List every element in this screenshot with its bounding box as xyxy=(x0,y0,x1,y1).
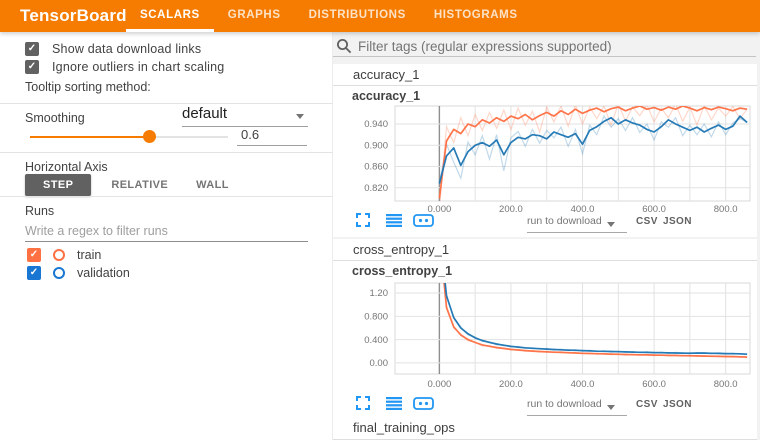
ignore-outliers-checkbox[interactable]: ✓ xyxy=(25,60,39,74)
log-scale-icon[interactable] xyxy=(386,396,402,415)
run-to-download-select[interactable]: run to download xyxy=(527,215,627,233)
train-color-swatch[interactable] xyxy=(53,249,65,261)
section-header-final-training-ops[interactable]: final_training_ops xyxy=(333,417,757,440)
run-to-download-label: run to download xyxy=(527,398,602,410)
horizontal-axis-label: Horizontal Axis xyxy=(25,160,108,174)
validation-label: validation xyxy=(77,266,130,280)
search-icon xyxy=(336,38,352,54)
fullscreen-icon[interactable] xyxy=(356,396,370,415)
divider xyxy=(0,103,333,104)
svg-text:400.0: 400.0 xyxy=(571,204,595,215)
app-header: TensorBoard SCALARS GRAPHS DISTRIBUTIONS… xyxy=(0,0,760,32)
run-row-train: ✓ train xyxy=(27,248,101,262)
svg-text:400.0: 400.0 xyxy=(571,379,595,390)
horizontal-axis-buttons: STEP RELATIVE WALL xyxy=(25,174,243,196)
tab-distributions[interactable]: DISTRIBUTIONS xyxy=(295,0,420,32)
smoothing-value-input[interactable]: 0.6 xyxy=(237,127,307,146)
svg-text:200.0: 200.0 xyxy=(499,379,523,390)
ignore-outliers-label: Ignore outliers in chart scaling xyxy=(52,60,224,74)
chevron-down-icon xyxy=(607,405,615,410)
csv-link[interactable]: CSV xyxy=(636,399,658,410)
fullscreen-icon[interactable] xyxy=(356,213,370,232)
svg-text:200.0: 200.0 xyxy=(499,204,523,215)
json-link[interactable]: JSON xyxy=(663,399,692,410)
settings-sidebar: ✓ Show data download links ✓ Ignore outl… xyxy=(0,32,333,440)
svg-text:0.820: 0.820 xyxy=(364,183,388,194)
show-download-links-row: ✓ Show data download links xyxy=(25,42,201,56)
validation-color-swatch[interactable] xyxy=(53,267,65,279)
train-label: train xyxy=(77,248,101,262)
smoothing-label: Smoothing xyxy=(25,111,85,125)
log-scale-icon[interactable] xyxy=(386,213,402,232)
tab-graphs[interactable]: GRAPHS xyxy=(214,0,295,32)
tab-scalars[interactable]: SCALARS xyxy=(126,0,214,32)
slider-thumb[interactable] xyxy=(143,130,156,143)
run-to-download-label: run to download xyxy=(527,215,602,227)
validation-checkbox[interactable]: ✓ xyxy=(27,266,41,280)
app-title: TensorBoard xyxy=(20,0,127,32)
runs-regex-input[interactable] xyxy=(25,220,308,242)
show-download-links-label: Show data download links xyxy=(52,42,201,56)
chevron-down-icon xyxy=(607,222,615,227)
axis-wall-button[interactable]: WALL xyxy=(182,174,243,196)
divider xyxy=(0,152,333,153)
chevron-down-icon xyxy=(296,114,304,119)
svg-text:0.940: 0.940 xyxy=(364,119,388,130)
svg-text:0.400: 0.400 xyxy=(364,335,388,346)
section-header-accuracy[interactable]: accuracy_1 xyxy=(333,64,757,86)
domain-fit-icon[interactable] xyxy=(413,397,434,415)
nav-tabs: SCALARS GRAPHS DISTRIBUTIONS HISTOGRAMS xyxy=(126,0,532,32)
svg-text:800.0: 800.0 xyxy=(714,379,738,390)
filter-tags-input[interactable] xyxy=(358,39,756,54)
tensorboard-app: TensorBoard SCALARS GRAPHS DISTRIBUTIONS… xyxy=(0,0,760,440)
svg-text:1.20: 1.20 xyxy=(370,288,389,299)
svg-text:0.860: 0.860 xyxy=(364,162,388,173)
check-icon: ✓ xyxy=(30,267,38,278)
run-row-validation: ✓ validation xyxy=(27,266,130,280)
check-icon: ✓ xyxy=(28,61,36,72)
tooltip-sort-label: Tooltip sorting method: xyxy=(25,80,151,94)
svg-text:0.00: 0.00 xyxy=(370,358,389,369)
axis-relative-button[interactable]: RELATIVE xyxy=(97,174,182,196)
svg-text:600.0: 600.0 xyxy=(642,204,666,215)
svg-text:800.0: 800.0 xyxy=(714,204,738,215)
check-icon: ✓ xyxy=(28,43,36,54)
filter-tags-row xyxy=(333,37,756,57)
json-link[interactable]: JSON xyxy=(663,216,692,227)
section-header-cross-entropy[interactable]: cross_entropy_1 xyxy=(333,239,757,261)
svg-text:0.000: 0.000 xyxy=(427,379,451,390)
cross-entropy-chart[interactable]: 0.00 0.400 0.800 1.20 0.000 200.0 400.0 600.0 80… xyxy=(333,278,758,394)
chart-title-cross-entropy: cross_entropy_1 xyxy=(352,264,452,278)
domain-fit-icon[interactable] xyxy=(413,214,434,232)
svg-text:0.900: 0.900 xyxy=(364,140,388,151)
accuracy-chart[interactable]: 0.8200.8600.9000.9400.000200.0400.0600.0… xyxy=(333,100,758,216)
check-icon: ✓ xyxy=(30,249,38,260)
ignore-outliers-row: ✓ Ignore outliers in chart scaling xyxy=(25,60,224,74)
tooltip-sort-value: default xyxy=(182,105,227,122)
slider-fill xyxy=(30,136,149,138)
divider xyxy=(0,196,333,197)
csv-link[interactable]: CSV xyxy=(636,216,658,227)
svg-text:600.0: 600.0 xyxy=(642,379,666,390)
show-download-links-checkbox[interactable]: ✓ xyxy=(25,42,39,56)
axis-step-button[interactable]: STEP xyxy=(25,174,91,196)
runs-label: Runs xyxy=(25,204,54,218)
train-checkbox[interactable]: ✓ xyxy=(27,248,41,262)
tooltip-sort-dropdown[interactable]: default xyxy=(182,105,308,127)
run-to-download-select[interactable]: run to download xyxy=(527,398,627,416)
tab-histograms[interactable]: HISTOGRAMS xyxy=(420,0,532,32)
smoothing-slider: 0.6 xyxy=(0,126,333,148)
svg-text:0.800: 0.800 xyxy=(364,312,388,323)
